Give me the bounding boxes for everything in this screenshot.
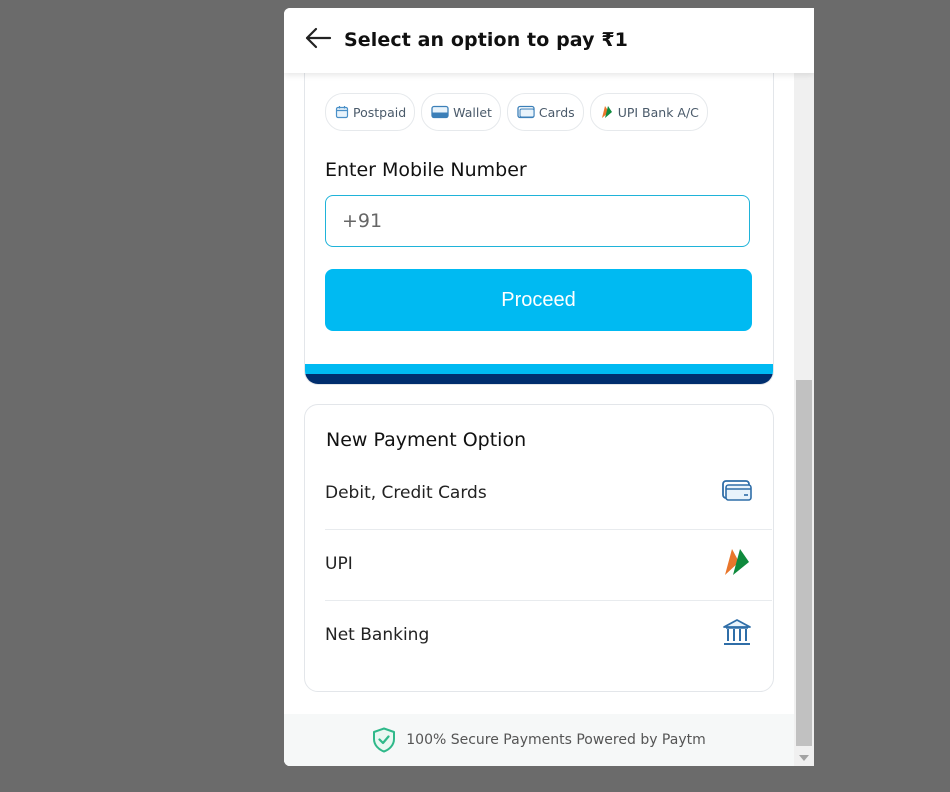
new-payment-option-title: New Payment Option	[326, 429, 527, 451]
payment-method-chips: Postpaid Wallet Cards UPI Bank A/C	[325, 93, 708, 131]
payment-modal: Select an option to pay ₹1 y Postpaid	[284, 8, 814, 766]
option-upi[interactable]: UPI	[325, 529, 772, 601]
brand-band	[305, 364, 773, 384]
mobile-number-input[interactable]: +91	[325, 195, 750, 247]
option-label: Debit, Credit Cards	[325, 483, 487, 503]
wallet-icon	[431, 105, 449, 119]
option-label: UPI	[325, 554, 353, 574]
scroll-content[interactable]: y Postpaid Wallet	[284, 73, 794, 766]
chip-cards[interactable]: Cards	[506, 93, 584, 131]
option-label: Net Banking	[325, 625, 430, 645]
card-icon	[517, 105, 535, 119]
new-payment-option-card: New Payment Option Debit, Credit Cards U…	[304, 404, 774, 692]
chip-label: Wallet	[453, 104, 492, 120]
chip-label: Cards	[538, 104, 575, 120]
chip-wallet[interactable]: Wallet	[421, 93, 501, 131]
postpaid-icon	[335, 106, 349, 119]
page-title: Select an option to pay ₹1	[344, 29, 628, 51]
card-icon	[722, 480, 752, 501]
amount-text: ₹1	[601, 29, 628, 51]
title-text: Select an option to pay	[344, 29, 595, 51]
brand-band-sky	[305, 364, 773, 374]
paytm-login-card: y Postpaid Wallet	[304, 73, 774, 385]
proceed-button[interactable]: Proceed	[325, 269, 752, 331]
brand-band-navy	[305, 374, 773, 384]
upi-icon	[601, 106, 612, 118]
mobile-number-label: Enter Mobile Number	[325, 159, 527, 181]
modal-header: Select an option to pay ₹1	[284, 8, 814, 73]
chip-label: Postpaid	[353, 104, 407, 120]
country-code-prefix: +91	[342, 210, 383, 232]
option-net-banking[interactable]: Net Banking	[325, 600, 772, 671]
back-arrow-icon[interactable]	[304, 26, 334, 52]
upi-icon	[725, 549, 749, 575]
bank-icon	[723, 619, 751, 645]
vertical-scrollbar[interactable]	[794, 73, 814, 766]
scrollbar-thumb[interactable]	[796, 380, 812, 746]
chip-postpaid[interactable]: Postpaid	[325, 93, 416, 131]
secure-payments-text: 100% Secure Payments Powered by Paytm	[406, 732, 706, 748]
shield-check-icon	[373, 727, 396, 753]
chip-upi-bank[interactable]: UPI Bank A/C	[589, 93, 708, 131]
chip-label: UPI Bank A/C	[617, 104, 699, 120]
option-debit-credit-cards[interactable]: Debit, Credit Cards	[325, 458, 772, 530]
secure-footer: 100% Secure Payments Powered by Paytm	[284, 714, 794, 766]
scroll-down-arrow-icon[interactable]	[794, 750, 814, 766]
